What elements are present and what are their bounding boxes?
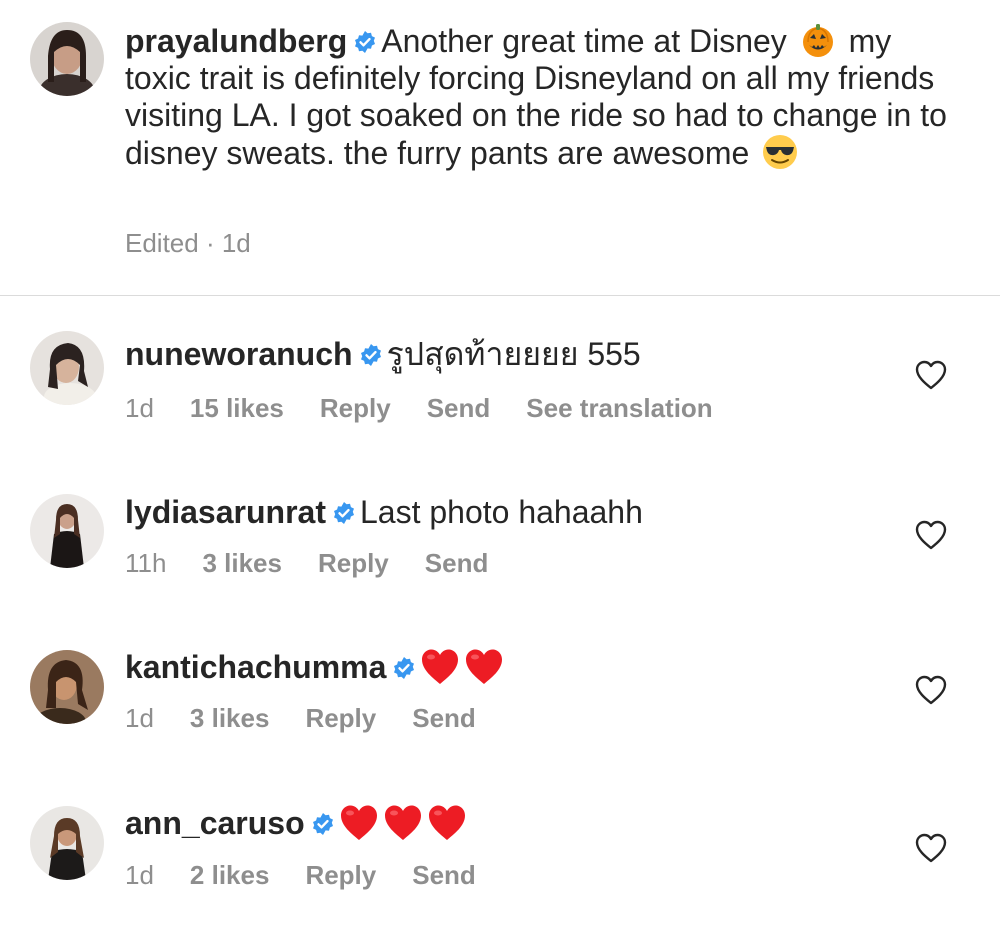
reply-button[interactable]: Reply bbox=[305, 703, 376, 733]
caption-username[interactable]: prayalundberg bbox=[125, 23, 347, 59]
comment-username[interactable]: lydiasarunrat bbox=[125, 494, 326, 530]
comment-likes[interactable]: 3 likes bbox=[190, 703, 270, 733]
comment-time: 1d bbox=[125, 703, 154, 733]
comment-item: kantichachumma 1d 3 likes Reply Send bbox=[0, 648, 1000, 798]
comment-username[interactable]: ann_caruso bbox=[125, 805, 305, 841]
reply-button[interactable]: Reply bbox=[305, 860, 376, 890]
reply-button[interactable]: Reply bbox=[320, 393, 391, 423]
send-button[interactable]: Send bbox=[412, 703, 476, 733]
send-button[interactable]: Send bbox=[427, 393, 491, 423]
comment-username[interactable]: kantichachumma bbox=[125, 649, 386, 685]
caption-meta: Edited · 1d bbox=[125, 228, 251, 258]
send-button[interactable]: Send bbox=[425, 548, 489, 578]
verified-badge-icon bbox=[359, 343, 383, 367]
verified-badge-icon bbox=[311, 812, 335, 836]
reply-button[interactable]: Reply bbox=[318, 548, 389, 578]
like-heart-icon[interactable] bbox=[914, 832, 948, 864]
caption-text-part1: Another great time at Disney bbox=[381, 23, 796, 59]
avatar[interactable] bbox=[30, 22, 104, 96]
red-heart-icon bbox=[383, 804, 423, 842]
comment-text: รูปสุดท้ายยยย 555 bbox=[386, 336, 641, 372]
comment-text: Last photo hahaahh bbox=[359, 494, 643, 530]
red-heart-icon bbox=[464, 648, 504, 686]
comment-likes[interactable]: 2 likes bbox=[190, 860, 270, 890]
comment-time: 1d bbox=[125, 860, 154, 890]
like-heart-icon[interactable] bbox=[914, 359, 948, 391]
comment-time: 11h bbox=[125, 548, 167, 578]
verified-badge-icon bbox=[392, 656, 416, 680]
comment-item: ann_caruso 1d 2 likes Reply Send bbox=[0, 804, 1000, 926]
sunglasses-face-icon bbox=[762, 134, 798, 170]
comment-item: nuneworanuch รูปสุดท้ายยยย 555 1d 15 likes… bbox=[0, 331, 1000, 487]
comment-time: 1d bbox=[125, 393, 154, 423]
see-translation-button[interactable]: See translation bbox=[526, 393, 712, 423]
comment-item: lydiasarunrat Last photo hahaahh 11h 3 lik… bbox=[0, 494, 1000, 644]
red-heart-icon bbox=[339, 804, 379, 842]
send-button[interactable]: Send bbox=[412, 860, 476, 890]
divider bbox=[0, 295, 1000, 296]
like-heart-icon[interactable] bbox=[914, 674, 948, 706]
avatar[interactable] bbox=[30, 494, 104, 568]
avatar[interactable] bbox=[30, 331, 104, 405]
avatar[interactable] bbox=[30, 650, 104, 724]
comment-likes[interactable]: 15 likes bbox=[190, 393, 284, 423]
avatar[interactable] bbox=[30, 806, 104, 880]
jack-o-lantern-icon bbox=[800, 22, 836, 58]
red-heart-icon bbox=[420, 648, 460, 686]
comment-username[interactable]: nuneworanuch bbox=[125, 336, 353, 372]
verified-badge-icon bbox=[332, 501, 356, 525]
like-heart-icon[interactable] bbox=[914, 519, 948, 551]
post-caption: prayalundberg Another great time at Disne… bbox=[125, 22, 965, 172]
red-heart-icon bbox=[427, 804, 467, 842]
verified-badge-icon bbox=[353, 30, 377, 54]
comment-likes[interactable]: 3 likes bbox=[202, 548, 282, 578]
